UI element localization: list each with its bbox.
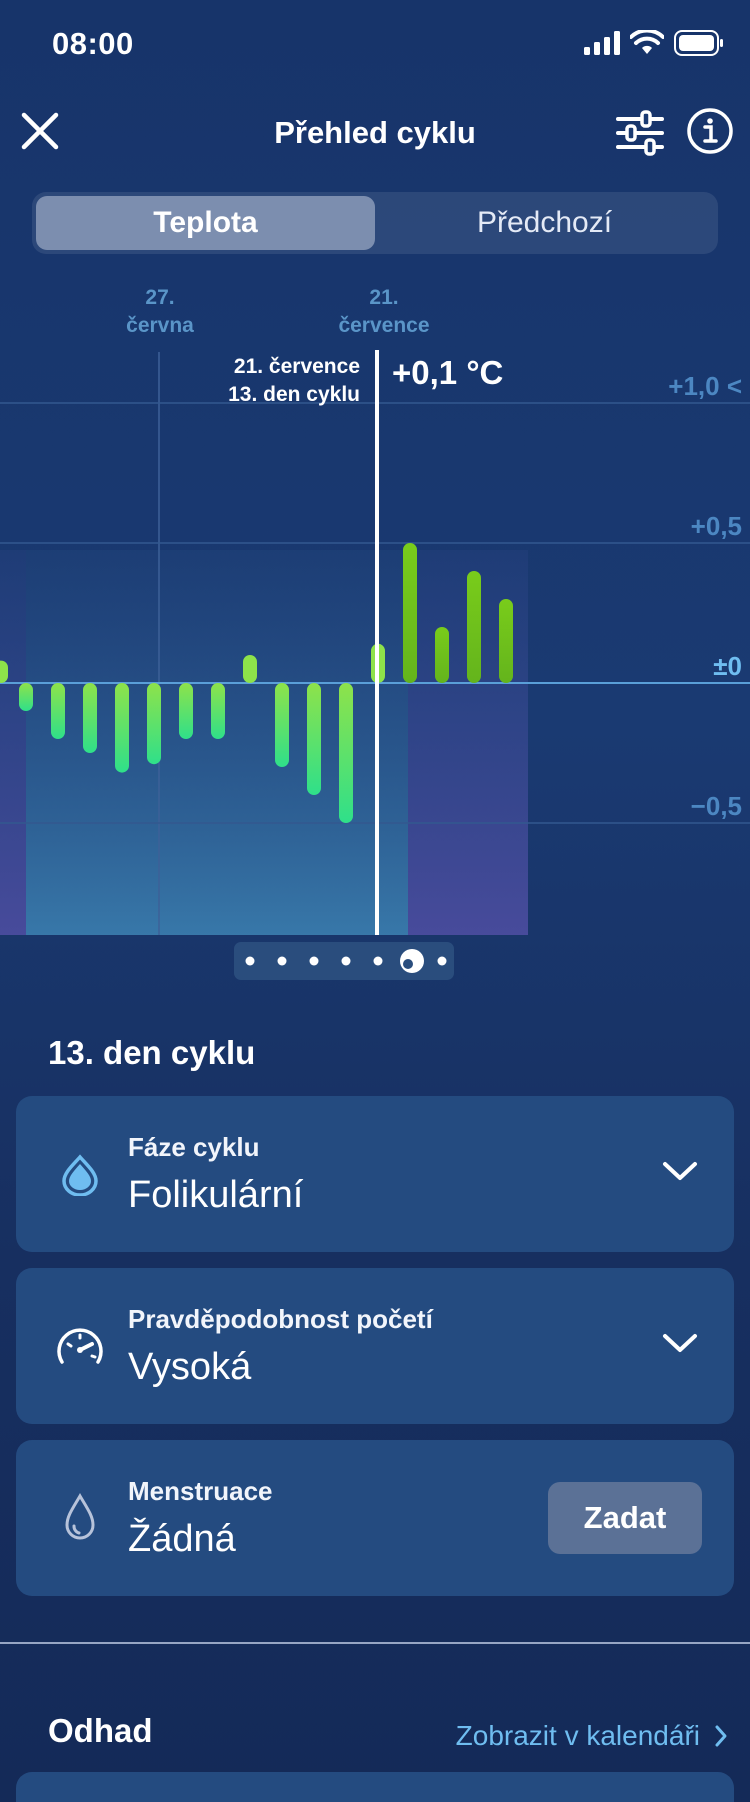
chart-bar[interactable]: [243, 655, 257, 683]
chart-bar[interactable]: [19, 683, 33, 711]
section-divider: [0, 1642, 750, 1644]
chart-bar[interactable]: [83, 683, 97, 753]
wifi-icon: [630, 30, 664, 54]
chart-bar[interactable]: [403, 543, 417, 683]
pager-dot[interactable]: [245, 956, 255, 966]
show-in-calendar-link[interactable]: Zobrazit v kalendáři: [456, 1720, 728, 1752]
nav-bar: Přehled cyklu: [0, 95, 750, 170]
conception-probability-card[interactable]: Pravděpodobnost početí Vysoká: [16, 1268, 734, 1424]
chart-bar[interactable]: [467, 571, 481, 683]
phase-shading-left: [0, 550, 26, 935]
battery-icon: [674, 30, 723, 56]
date-label-june-month: června: [126, 314, 194, 337]
tab-temperature[interactable]: Teplota: [36, 196, 375, 250]
enter-menstruation-button[interactable]: Zadat: [548, 1482, 702, 1554]
drop-icon-wrap: [50, 1144, 110, 1204]
y-tick-label: +1,0 <: [668, 371, 742, 401]
status-icons: [584, 30, 724, 56]
cycle-phase-card[interactable]: Fáze cyklu Folikulární: [16, 1096, 734, 1252]
probability-label: Pravděpodobnost početí: [128, 1304, 433, 1334]
chart-bar[interactable]: [147, 683, 161, 765]
chart-bar[interactable]: [339, 683, 353, 823]
calendar-link-label: Zobrazit v kalendáři: [455, 1720, 700, 1751]
estimate-title: Odhad: [48, 1712, 153, 1749]
tab-previous[interactable]: Předchozí: [375, 196, 714, 250]
chart-bar[interactable]: [211, 683, 225, 739]
menstruation-label: Menstruace: [128, 1476, 273, 1506]
info-icon: [687, 108, 733, 154]
phase-value: Folikulární: [128, 1174, 304, 1216]
chart-bar[interactable]: [435, 627, 449, 683]
estimate-card[interactable]: [16, 1772, 734, 1802]
tooltip-date: 21. července: [234, 355, 360, 378]
chevron-right-icon: [715, 1725, 727, 1747]
menstruation-value: Žádná: [128, 1518, 236, 1560]
gauge-icon: [57, 1328, 103, 1364]
chevron-down-icon[interactable]: [660, 1156, 700, 1186]
chart-bar-edge: [0, 660, 8, 683]
chart-bar[interactable]: [51, 683, 65, 739]
tooltip-value: +0,1 °C: [392, 354, 503, 391]
pager-dot[interactable]: [373, 956, 383, 966]
view-segmented-control: Teplota Předchozí: [32, 192, 718, 254]
pager-dot[interactable]: [277, 956, 287, 966]
cycle-day-title: 13. den cyklu: [48, 1034, 256, 1071]
chart-bar[interactable]: [499, 599, 513, 683]
blood-drop-icon-wrap: [50, 1488, 110, 1548]
probability-value: Vysoká: [128, 1346, 252, 1388]
status-bar: 08:00: [0, 0, 750, 90]
chart-canvas: 27. června 21. července +1,0 < +0,5 ±0 −0,5…: [0, 286, 750, 980]
gauge-icon-wrap: [50, 1316, 110, 1376]
date-label-july-day: 21.: [369, 286, 398, 309]
date-label-june-day: 27.: [145, 286, 174, 309]
blood-drop-icon: [65, 1493, 95, 1540]
pager-dot[interactable]: [437, 956, 447, 966]
menstruation-card: Menstruace Žádná Zadat: [16, 1440, 734, 1596]
y-tick-label: ±0: [713, 651, 742, 681]
signal-icon: [584, 31, 620, 55]
date-label-july-month: července: [338, 314, 429, 337]
phase-label: Fáze cyklu: [128, 1132, 260, 1162]
y-tick-label: −0,5: [691, 791, 742, 821]
sliders-icon: [616, 110, 664, 156]
temperature-chart[interactable]: 27. června 21. července +1,0 < +0,5 ±0 −0,5…: [0, 280, 750, 980]
chart-bar[interactable]: [275, 683, 289, 767]
status-time: 08:00: [52, 26, 134, 61]
chart-bar[interactable]: [307, 683, 321, 795]
filter-button[interactable]: [614, 109, 666, 157]
tooltip-day: 13. den cyklu: [228, 383, 360, 406]
chart-bar[interactable]: [115, 683, 129, 773]
pager-dot[interactable]: [341, 956, 351, 966]
info-button[interactable]: [686, 107, 734, 155]
chart-bar[interactable]: [179, 683, 193, 739]
pager-dot-active-inner: [403, 959, 413, 969]
chevron-down-icon[interactable]: [660, 1328, 700, 1358]
water-drop-icon: [62, 1154, 98, 1196]
y-axis-labels: +1,0 < +0,5 ±0 −0,5: [668, 371, 742, 821]
pager-dot[interactable]: [309, 956, 319, 966]
y-tick-label: +0,5: [691, 511, 742, 541]
